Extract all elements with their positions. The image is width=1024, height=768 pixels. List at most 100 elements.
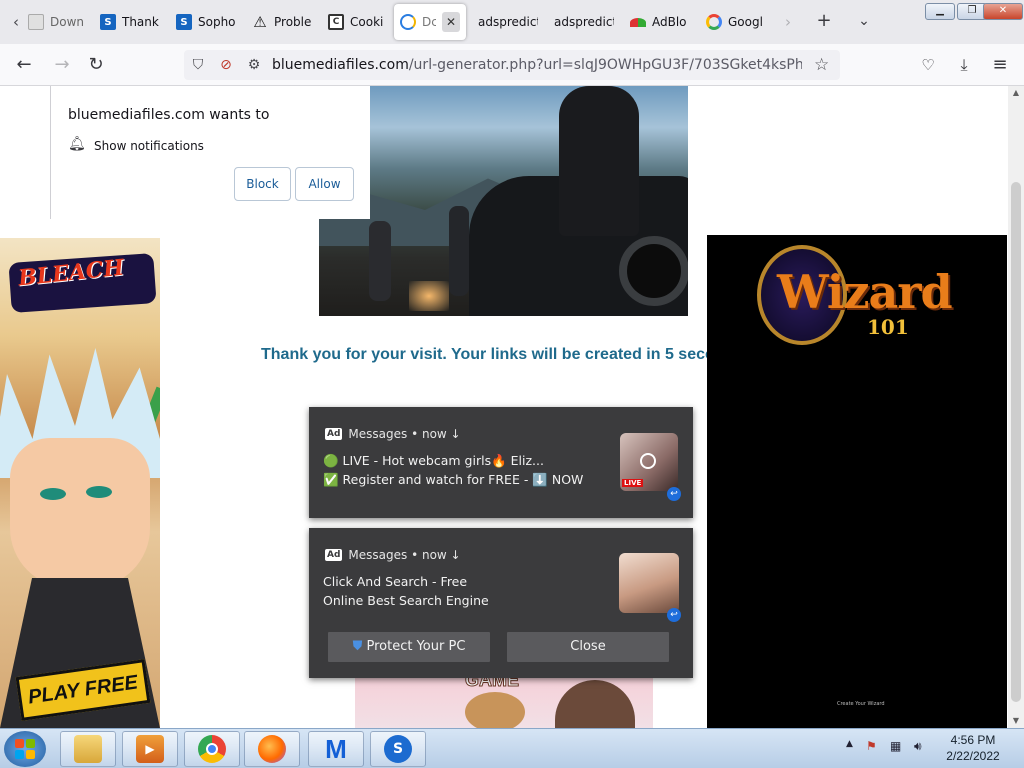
tab-scroll-right-icon[interactable]: › <box>778 12 798 32</box>
tab-6[interactable]: adspredict <box>472 4 544 40</box>
forward-icon[interactable]: → <box>50 53 74 77</box>
protect-pc-label: Protect Your PC <box>366 639 466 654</box>
wizard-title: Wizard <box>777 265 953 319</box>
action-center-icon[interactable]: ⚑ <box>866 739 877 753</box>
tab-label: Sopho <box>198 15 236 29</box>
tab-7[interactable]: adspredict <box>548 4 620 40</box>
tab-label: Dc <box>422 15 437 29</box>
downloads-icon[interactable]: ⤓ <box>952 53 976 77</box>
tab-9[interactable]: Googl <box>700 4 776 40</box>
tab-label: Cooki <box>350 15 384 29</box>
hero-image <box>319 86 688 316</box>
notification-line-1: 🟢 LIVE - Hot webcam girls🔥 Eliz... <box>323 453 544 468</box>
tab-label: Thank <box>122 15 159 29</box>
notification-header: Ad Messages • now ↓ <box>325 427 461 441</box>
notification-permission-popup: bluemediafiles.com wants to 🔔︎ Show noti… <box>50 86 370 219</box>
tab-0[interactable]: Down <box>22 4 98 40</box>
warning-icon: ⚠ <box>253 13 267 31</box>
tab-1[interactable]: S Thank <box>94 4 170 40</box>
network-icon[interactable]: ▦ <box>890 739 901 753</box>
explorer-taskbar-button[interactable] <box>60 731 116 767</box>
adblock-favicon-icon <box>630 17 646 27</box>
block-button[interactable]: Block <box>234 167 291 201</box>
tab-close-icon[interactable]: ✕ <box>442 12 460 32</box>
notification-line-2: Online Best Search Engine <box>323 593 489 608</box>
reload-icon[interactable]: ↻ <box>84 53 108 77</box>
minimize-window-icon[interactable]: ▁ <box>925 3 955 20</box>
tab-strip: ‹ Down S Thank S Sopho ⚠ Proble C Cooki … <box>0 0 1024 44</box>
tab-label: Googl <box>728 15 763 29</box>
protect-pc-button[interactable]: ⛊ Protect Your PC <box>328 632 490 662</box>
media-player-icon: ▶ <box>136 735 164 763</box>
wizard101-ad-banner[interactable]: Wizard 101 Create Your Wizard <box>707 235 1007 728</box>
malwarebytes-taskbar-button[interactable]: M <box>308 731 364 767</box>
taskbar: ▶ M S ▲ ⚑ ▦ 🔊︎ 4:56 PM 2/22/2022 <box>0 728 1024 768</box>
play-icon <box>640 453 656 469</box>
malwarebytes-icon: M <box>325 733 347 764</box>
tab-4[interactable]: C Cooki <box>322 4 396 40</box>
start-button[interactable] <box>4 731 46 767</box>
game-ad-image[interactable]: GAME <box>355 676 653 728</box>
generic-favicon-icon <box>28 14 44 30</box>
firefox-icon <box>258 735 286 763</box>
tab-3[interactable]: ⚠ Proble <box>246 4 322 40</box>
media-player-taskbar-button[interactable]: ▶ <box>122 731 178 767</box>
bleach-ad-banner[interactable]: BLEACH PLAY FREE <box>0 238 160 728</box>
site-info-icon[interactable]: ⚙ <box>243 54 265 76</box>
tab-label: adspredict <box>478 15 538 29</box>
google-favicon-icon <box>706 14 722 30</box>
chrome-taskbar-button[interactable] <box>184 731 240 767</box>
loading-icon <box>400 14 416 30</box>
explorer-icon <box>74 735 102 763</box>
bookmark-star-icon[interactable]: ☆ <box>814 54 829 76</box>
notification-line-1: Click And Search - Free <box>323 574 468 589</box>
notifications-blocked-icon[interactable]: ⊘ <box>215 54 237 76</box>
scrollbar-thumb[interactable] <box>1011 182 1021 702</box>
tab-list-icon[interactable]: ⌄ <box>854 12 874 32</box>
notification-thumbnail: LIVE <box>620 433 678 491</box>
new-tab-icon[interactable]: + <box>814 12 834 32</box>
firefox-taskbar-button[interactable] <box>244 731 300 767</box>
push-notification-2[interactable]: Ad Messages • now ↓ Click And Search - F… <box>309 528 693 678</box>
tab-label: Proble <box>274 15 312 29</box>
notification-thumbnail <box>619 553 679 613</box>
clock-date: 2/22/2022 <box>946 749 1000 763</box>
close-window-icon[interactable]: ✕ <box>983 3 1023 20</box>
thanks-message: Thank you for your visit. Your links wil… <box>261 346 715 363</box>
notification-close-button[interactable]: Close <box>507 632 669 662</box>
pocket-icon[interactable]: ♡ <box>916 53 940 77</box>
notification-source: Messages • now ↓ <box>348 427 461 441</box>
scroll-down-icon[interactable]: ▼ <box>1008 714 1024 728</box>
tab-label: AdBlo <box>652 15 687 29</box>
tab-label: adspredict <box>554 15 614 29</box>
wizard-subtitle: 101 <box>867 315 909 339</box>
system-clock[interactable]: 4:56 PM 2/22/2022 <box>940 732 1006 764</box>
push-notification-1[interactable]: Ad Messages • now ↓ 🟢 LIVE - Hot webcam … <box>309 407 693 518</box>
url-bar[interactable]: ⛉ ⊘ ⚙ bluemediafiles.com/url-generator.p… <box>184 50 840 80</box>
volume-icon[interactable]: 🔊︎ <box>914 739 922 754</box>
tracking-shield-icon[interactable]: ⛉ <box>187 54 209 76</box>
tab-label: Down <box>50 15 85 29</box>
notification-source: Messages • now ↓ <box>348 548 461 562</box>
sophos-icon: S <box>384 735 412 763</box>
tab-8[interactable]: AdBlo <box>624 4 700 40</box>
page-scrollbar[interactable]: ▲ ▼ <box>1008 86 1024 728</box>
clock-time: 4:56 PM <box>950 733 996 747</box>
screen: ‹ Down S Thank S Sopho ⚠ Proble C Cooki … <box>0 0 1024 768</box>
sophos-taskbar-button[interactable]: S <box>370 731 426 767</box>
cookie-favicon-icon: C <box>328 14 344 30</box>
wizard-fine-print: Create Your Wizard <box>837 701 885 707</box>
tab-active[interactable]: Dc ✕ <box>394 4 466 40</box>
url-text[interactable]: bluemediafiles.com/url-generator.php?url… <box>272 57 802 73</box>
reply-icon: ↩ <box>667 608 681 622</box>
chrome-icon <box>198 735 226 763</box>
allow-button[interactable]: Allow <box>295 167 354 201</box>
scroll-up-icon[interactable]: ▲ <box>1008 86 1024 100</box>
play-free-label: PLAY FREE <box>26 670 140 709</box>
tab-2[interactable]: S Sopho <box>170 4 246 40</box>
menu-icon[interactable]: ≡ <box>988 53 1012 77</box>
back-icon[interactable]: ← <box>12 53 36 77</box>
nav-bar: ← → ↻ ⛉ ⊘ ⚙ bluemediafiles.com/url-gener… <box>0 44 1024 86</box>
url-host: bluemediafiles.com <box>272 57 409 73</box>
tray-expand-icon[interactable]: ▲ <box>846 739 853 749</box>
